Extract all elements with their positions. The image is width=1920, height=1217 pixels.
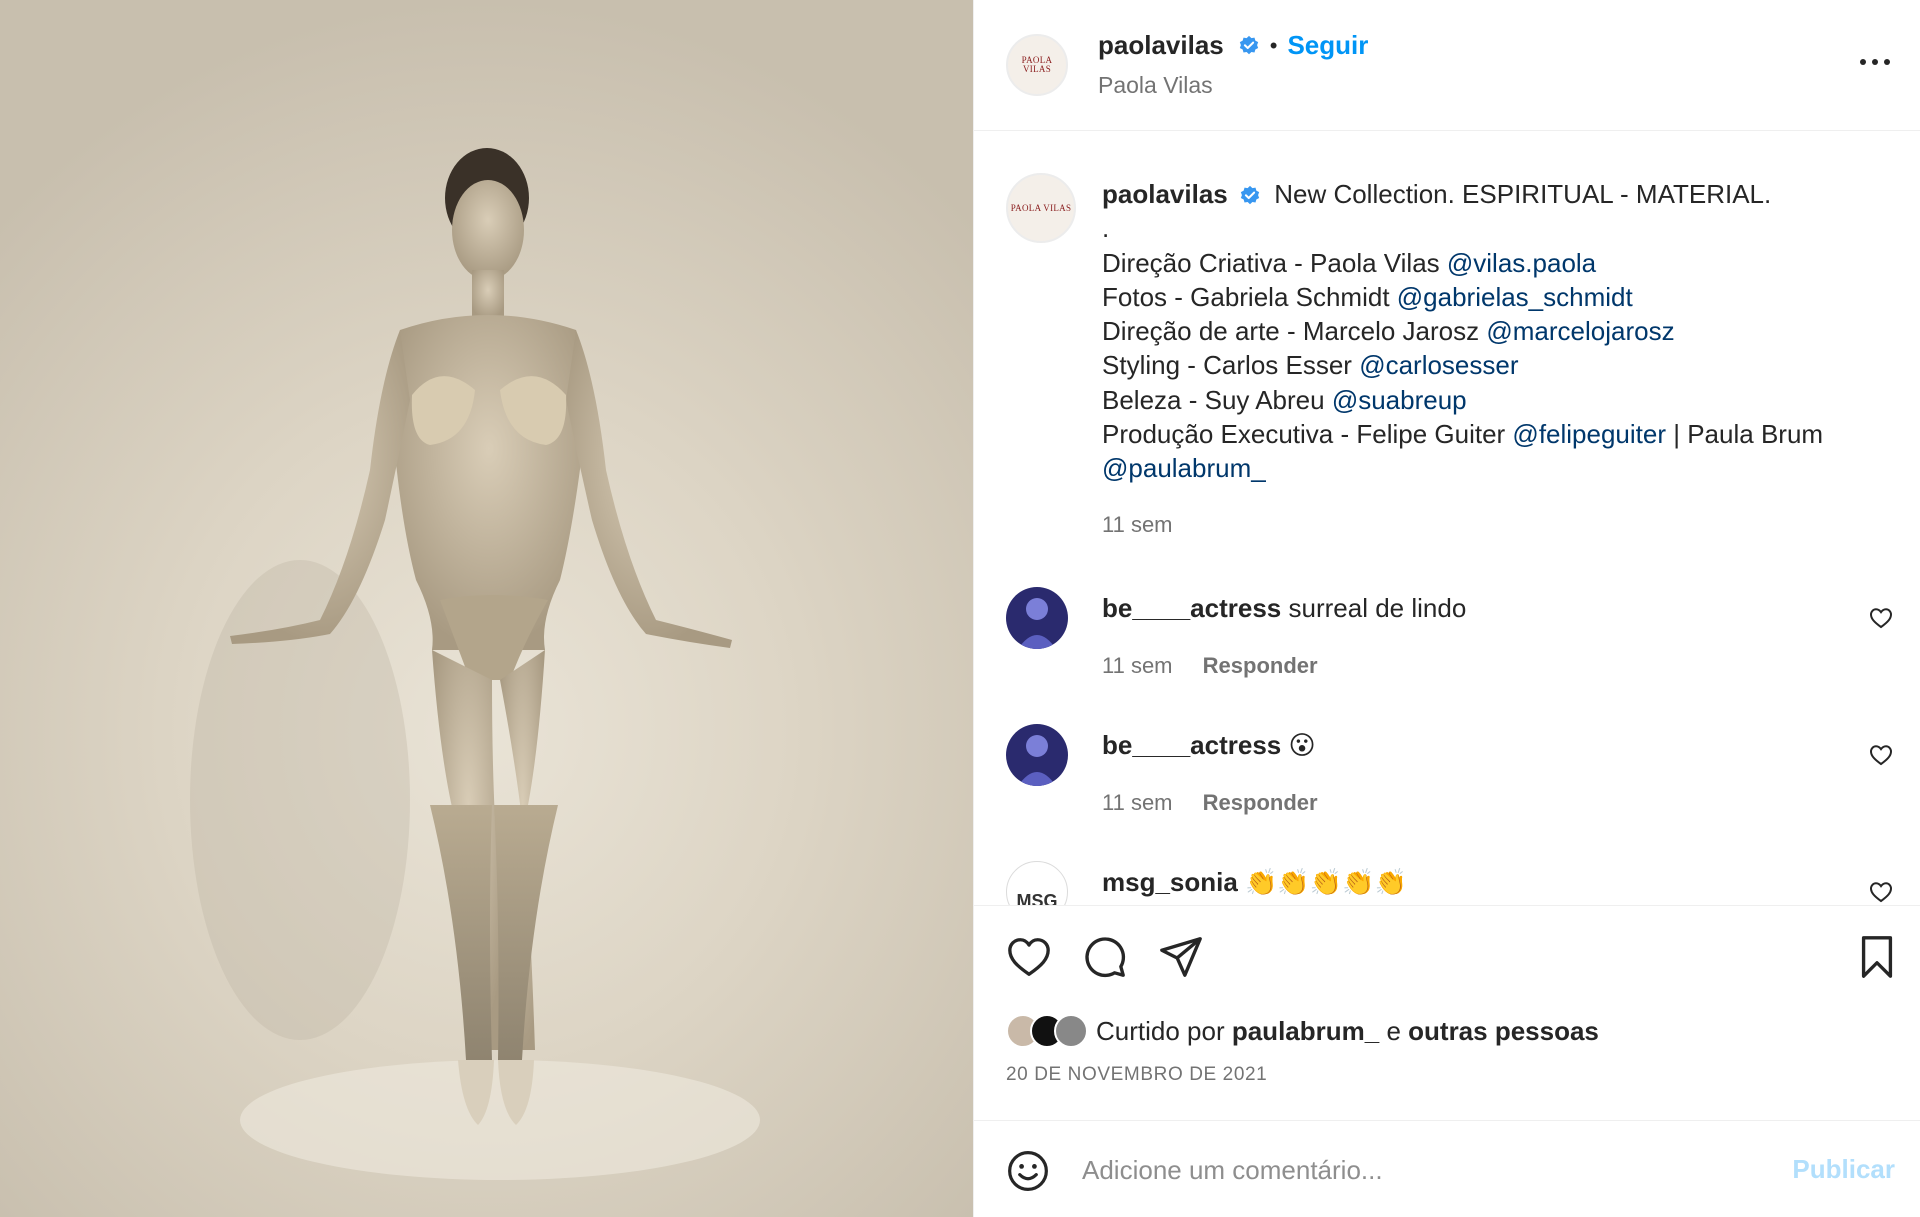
comment-item: be____actress 😮 11 sem Responder — [974, 724, 1920, 834]
commenter-username[interactable]: be____actress — [1102, 593, 1281, 623]
mention-link[interactable]: @vilas.paola — [1447, 248, 1596, 278]
credit-text: Beleza - Suy Abreu — [1102, 384, 1332, 415]
caption-author-avatar[interactable]: PAOLA VILAS — [1006, 173, 1076, 243]
credit-text: Direção Criativa - Paola Vilas — [1102, 247, 1447, 278]
publish-button[interactable]: Publicar — [1792, 1154, 1895, 1185]
emoji-icon[interactable] — [1006, 1149, 1050, 1193]
author-name-row: paolavilas • Seguir — [1098, 30, 1368, 61]
caption-dot-line: . — [1102, 213, 1110, 244]
mention-link[interactable]: @suabreup — [1332, 385, 1467, 415]
commenter-avatar[interactable] — [1006, 724, 1068, 786]
post-actions: Curtido por paulabrum_ e outras pessoas … — [974, 905, 1920, 1120]
follow-button[interactable]: Seguir — [1287, 30, 1368, 61]
comment-text: be____actress surreal de lindo — [1102, 593, 1466, 624]
comment-body: 😮 — [1288, 730, 1316, 760]
comment-text: be____actress 😮 — [1102, 730, 1316, 761]
author-avatar[interactable]: PAOLA VILAS — [1006, 34, 1068, 96]
caption-title: New Collection. ESPIRITUAL - MATERIAL. — [1274, 179, 1772, 209]
add-comment-bar: Publicar — [974, 1120, 1920, 1217]
author-avatar-logo-text: PAOLA VILAS — [1021, 55, 1053, 74]
comment-time[interactable]: 11 sem — [1102, 790, 1173, 815]
mention-link[interactable]: @gabrielas_schmidt — [1397, 282, 1633, 312]
caption-last-line: @paulabrum_ — [1102, 451, 1902, 485]
liked-by-text: Curtido por paulabrum_ e outras pessoas — [1096, 1016, 1599, 1047]
comment-body: surreal de lindo — [1288, 593, 1467, 623]
comment-item: MSG msg_sonia 👏👏👏👏👏 — [974, 861, 1920, 905]
send-icon[interactable] — [1158, 934, 1204, 980]
liked-by-prefix: Curtido por — [1096, 1015, 1232, 1046]
caption-credit-line: Produção Executiva - Felipe Guiter @feli… — [1102, 417, 1902, 451]
caption-credit-line: Beleza - Suy Abreu @suabreup — [1102, 383, 1902, 417]
liked-by-others[interactable]: outras pessoas — [1408, 1016, 1599, 1046]
separator-dot: • — [1269, 32, 1278, 58]
mention-link[interactable]: @felipeguiter — [1512, 419, 1666, 449]
commenter-avatar-text: MSG — [1016, 891, 1058, 905]
credit-text: Produção Executiva - Felipe Guiter — [1102, 419, 1513, 450]
liked-by-user[interactable]: paulabrum_ — [1232, 1016, 1379, 1046]
comment-like-heart-icon[interactable] — [1869, 881, 1893, 903]
comment-text: msg_sonia 👏👏👏👏👏 — [1102, 867, 1407, 898]
caption-credit-line: Fotos - Gabriela Schmidt @gabrielas_schm… — [1102, 280, 1902, 314]
verified-badge-icon — [1239, 35, 1258, 54]
reply-button[interactable]: Responder — [1203, 790, 1318, 815]
comment-like-heart-icon[interactable] — [1869, 607, 1893, 629]
caption-credit-line: Direção Criativa - Paola Vilas @vilas.pa… — [1102, 246, 1902, 280]
bookmark-icon[interactable] — [1854, 934, 1900, 980]
post-header: PAOLA VILAS paolavilas • Seguir Paola Vi… — [974, 0, 1920, 131]
liked-by-joiner: e — [1379, 1015, 1409, 1046]
heart-icon[interactable] — [1006, 934, 1052, 980]
comment-meta: 11 sem Responder — [1102, 653, 1318, 679]
caption-credit-line: Styling - Carlos Esser @carlosesser — [1102, 348, 1902, 382]
post-photo[interactable] — [0, 0, 973, 1217]
comment-icon[interactable] — [1082, 934, 1128, 980]
caption-time[interactable]: 11 sem — [1102, 508, 1902, 542]
post-photo-illustration — [190, 148, 760, 1180]
author-username[interactable]: paolavilas — [1098, 30, 1224, 61]
verified-badge-icon — [1240, 186, 1260, 205]
caption-credit-line: Direção de arte - Marcelo Jarosz @marcel… — [1102, 314, 1902, 348]
more-horizontal-icon[interactable] — [1857, 50, 1893, 74]
commenter-avatar[interactable]: MSG — [1006, 861, 1068, 905]
comment-item: be____actress surreal de lindo 11 sem Re… — [974, 587, 1920, 697]
liked-by-row: Curtido por paulabrum_ e outras pessoas — [1006, 1010, 1599, 1052]
comments-list[interactable]: PAOLA VILAS paolavilas New Collection. E… — [974, 131, 1920, 905]
post-side-panel: PAOLA VILAS paolavilas • Seguir Paola Vi… — [973, 0, 1920, 1217]
credit-suffix: | Paula Brum — [1666, 419, 1824, 450]
comment-meta: 11 sem Responder — [1102, 790, 1318, 816]
comment-body: 👏👏👏👏👏 — [1245, 867, 1407, 897]
post-date[interactable]: 20 DE NOVEMBRO DE 2021 — [1006, 1064, 1267, 1086]
mention-link[interactable]: @marcelojarosz — [1486, 316, 1674, 346]
caption-first-line: paolavilas New Collection. ESPIRITUAL - … — [1102, 177, 1902, 211]
caption-username[interactable]: paolavilas — [1102, 179, 1228, 209]
commenter-avatar-image — [1006, 587, 1068, 649]
caption-avatar-logo-text: PAOLA VILAS — [1010, 202, 1072, 213]
commenter-avatar-image — [1006, 724, 1068, 786]
comment-like-heart-icon[interactable] — [1869, 744, 1893, 766]
post-caption: paolavilas New Collection. ESPIRITUAL - … — [1102, 177, 1902, 542]
commenter-username[interactable]: be____actress — [1102, 730, 1281, 760]
mention-link[interactable]: @paulabrum_ — [1102, 453, 1266, 483]
comment-time[interactable]: 11 sem — [1102, 653, 1173, 678]
credit-text: Fotos - Gabriela Schmidt — [1102, 281, 1397, 312]
liker-avatar[interactable] — [1054, 1014, 1088, 1048]
commenter-avatar[interactable] — [1006, 587, 1068, 649]
mention-link[interactable]: @carlosesser — [1359, 350, 1518, 380]
credit-text: Styling - Carlos Esser — [1102, 350, 1360, 381]
author-display-name: Paola Vilas — [1098, 72, 1213, 98]
comment-input[interactable] — [1082, 1145, 1722, 1195]
commenter-username[interactable]: msg_sonia — [1102, 867, 1238, 897]
reply-button[interactable]: Responder — [1203, 653, 1318, 678]
credit-text: Direção de arte - Marcelo Jarosz — [1102, 316, 1487, 347]
